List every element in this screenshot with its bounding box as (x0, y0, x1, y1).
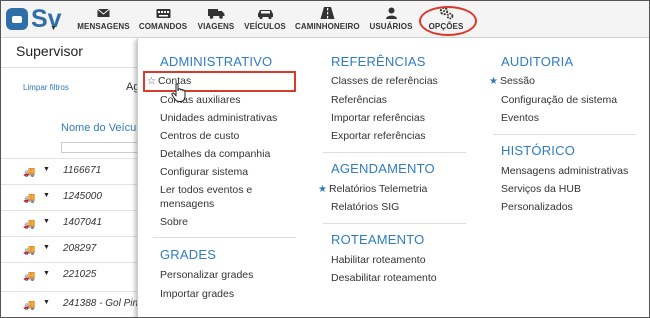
menu-item-ler-eventos[interactable]: Ler todos eventos e (160, 184, 252, 196)
vehicle-name: 241388 - Gol Pin (63, 298, 139, 309)
menu-item-servicos-hub[interactable]: Serviços da HUB (501, 183, 581, 195)
menu-item-referencias[interactable]: Referências (331, 94, 387, 106)
nav-viagens[interactable]: VIAGENS (195, 6, 237, 34)
section-title-agendamento: AGENDAMENTO (331, 161, 435, 176)
menu-item-label: Sessão (499, 75, 535, 87)
opcoes-highlight-circle (419, 6, 477, 36)
envelope-icon (97, 8, 110, 17)
section-title-referencias: REFERÊNCIAS (331, 54, 426, 69)
truck-icon (207, 9, 224, 19)
star-filled-icon[interactable]: ★ (489, 76, 498, 87)
page-title: Supervisor (16, 43, 83, 59)
menu-item-classes-referencias[interactable]: Classes de referências (331, 75, 438, 87)
menu-item-sessao[interactable]: ★ Sessão (489, 75, 535, 88)
nav-mensagens[interactable]: MENSAGENS (76, 6, 131, 34)
menu-item-centros-de-custo[interactable]: Centros de custo (160, 130, 239, 142)
table-row[interactable]: 🚚 ▼ 208297 (1, 236, 141, 261)
logo-text: Sv (31, 5, 62, 33)
menu-item-relatorios-sig[interactable]: Relatórios SIG (331, 201, 399, 213)
nav-label: VIAGENS (197, 22, 235, 31)
chevron-down-icon[interactable]: ▼ (43, 270, 50, 277)
truck-icon: 🚚 (23, 193, 36, 204)
menu-item-personalizar-grades[interactable]: Personalizar grades (160, 269, 253, 281)
menu-item-configuracao-sistema[interactable]: Configuração de sistema (501, 94, 617, 106)
table-row[interactable]: 🚚 ▼ 1407041 (1, 210, 141, 235)
car-icon (257, 10, 273, 20)
logo-icon (6, 8, 28, 30)
menu-divider (323, 223, 466, 224)
nav-label: VEÍCULOS (244, 22, 286, 31)
contas-highlight-box (143, 71, 296, 92)
nav-usuarios[interactable]: USUÁRIOS (369, 6, 413, 34)
table-row[interactable]: 🚚 ▼ 221025 (1, 262, 141, 287)
menu-item-relatorios-telemetria[interactable]: ★ Relatórios Telemetria (318, 183, 427, 196)
nav-caminhoneiro[interactable]: CAMINHONEIRO (295, 6, 360, 34)
vehicle-name: 1245000 (63, 191, 102, 202)
truck-icon: 🚚 (23, 300, 36, 311)
vehicle-name: 1166671 (63, 165, 102, 176)
section-title-administrativo: ADMINISTRATIVO (160, 54, 273, 69)
menu-item-label: Relatórios Telemetria (328, 183, 428, 195)
menu-item-detalhes-companhia[interactable]: Detalhes da companhia (160, 148, 270, 160)
table-row[interactable]: 🚚 ▼ 1166671 (1, 158, 141, 183)
chevron-down-icon[interactable]: ▼ (43, 166, 50, 173)
menu-item-eventos[interactable]: Eventos (501, 112, 539, 124)
nav-label: MENSAGENS (77, 22, 130, 31)
table-row[interactable]: 🚚 ▼ 1245000 (1, 184, 141, 209)
menu-item-exportar-referencias[interactable]: Exportar referências (331, 130, 426, 142)
chevron-down-icon[interactable]: ▼ (43, 218, 50, 225)
section-title-roteamento: ROTEAMENTO (331, 232, 425, 247)
menu-divider (153, 237, 296, 238)
table-row[interactable]: 🚚 ▼ 241388 - Gol Pin (1, 291, 141, 316)
menu-item-desabilitar-roteamento[interactable]: Desabilitar roteamento (331, 272, 437, 284)
section-title-historico: HISTÓRICO (501, 143, 576, 158)
section-title-grades: GRADES (160, 247, 217, 262)
menu-divider (323, 152, 466, 153)
logo-caret-icon[interactable]: ▼ (50, 25, 57, 32)
nav-veiculos[interactable]: VEÍCULOS (243, 6, 287, 34)
section-title-auditoria: AUDITORIA (501, 54, 574, 69)
column-header-vehicle-name[interactable]: Nome do Veículo (61, 122, 145, 134)
nav-label: USUÁRIOS (369, 22, 413, 31)
user-icon (385, 7, 397, 19)
truck-icon: 🚚 (23, 271, 36, 282)
menu-item-ler-eventos-cont[interactable]: mensagens (160, 198, 214, 210)
menu-divider (493, 134, 636, 135)
vehicle-name: 1407041 (63, 217, 102, 228)
chevron-down-icon[interactable]: ▼ (43, 192, 50, 199)
divider (1, 67, 141, 68)
keyboard-icon (156, 9, 170, 18)
menu-item-configurar-sistema[interactable]: Configurar sistema (160, 166, 248, 178)
truck-icon: 🚚 (23, 167, 36, 178)
nav-label: COMANDOS (138, 22, 188, 31)
menu-item-mensagens-administrativas[interactable]: Mensagens administrativas (501, 165, 628, 177)
nav-comandos[interactable]: COMANDOS (137, 6, 189, 34)
vehicle-name: 208297 (63, 243, 97, 254)
chevron-down-icon[interactable]: ▼ (43, 299, 50, 306)
vehicle-name-filter-input[interactable] (61, 142, 143, 153)
star-filled-icon[interactable]: ★ (318, 184, 327, 195)
menu-item-habilitar-roteamento[interactable]: Habilitar roteamento (331, 254, 426, 266)
app-window: Sv ▼ MENSAGENS COMANDOS VIAGENS VEÍCULOS… (0, 0, 650, 318)
truck-icon: 🚚 (23, 245, 36, 256)
menu-item-personalizados[interactable]: Personalizados (501, 201, 573, 213)
clear-filters-link[interactable]: Limpar filtros (23, 83, 69, 92)
vehicle-name: 221025 (63, 269, 97, 280)
menu-item-unidades-administrativas[interactable]: Unidades administrativas (160, 112, 277, 124)
hand-cursor-icon (171, 83, 186, 102)
nav-label: CAMINHONEIRO (295, 22, 360, 31)
menu-item-importar-grades[interactable]: Importar grades (160, 288, 234, 300)
menu-item-importar-referencias[interactable]: Importar referências (331, 112, 425, 124)
chevron-down-icon[interactable]: ▼ (43, 244, 50, 251)
menu-item-sobre[interactable]: Sobre (160, 216, 188, 228)
truck-icon: 🚚 (23, 219, 36, 230)
road-icon (320, 7, 334, 19)
top-nav-bar: Sv ▼ MENSAGENS COMANDOS VIAGENS VEÍCULOS… (1, 1, 649, 38)
